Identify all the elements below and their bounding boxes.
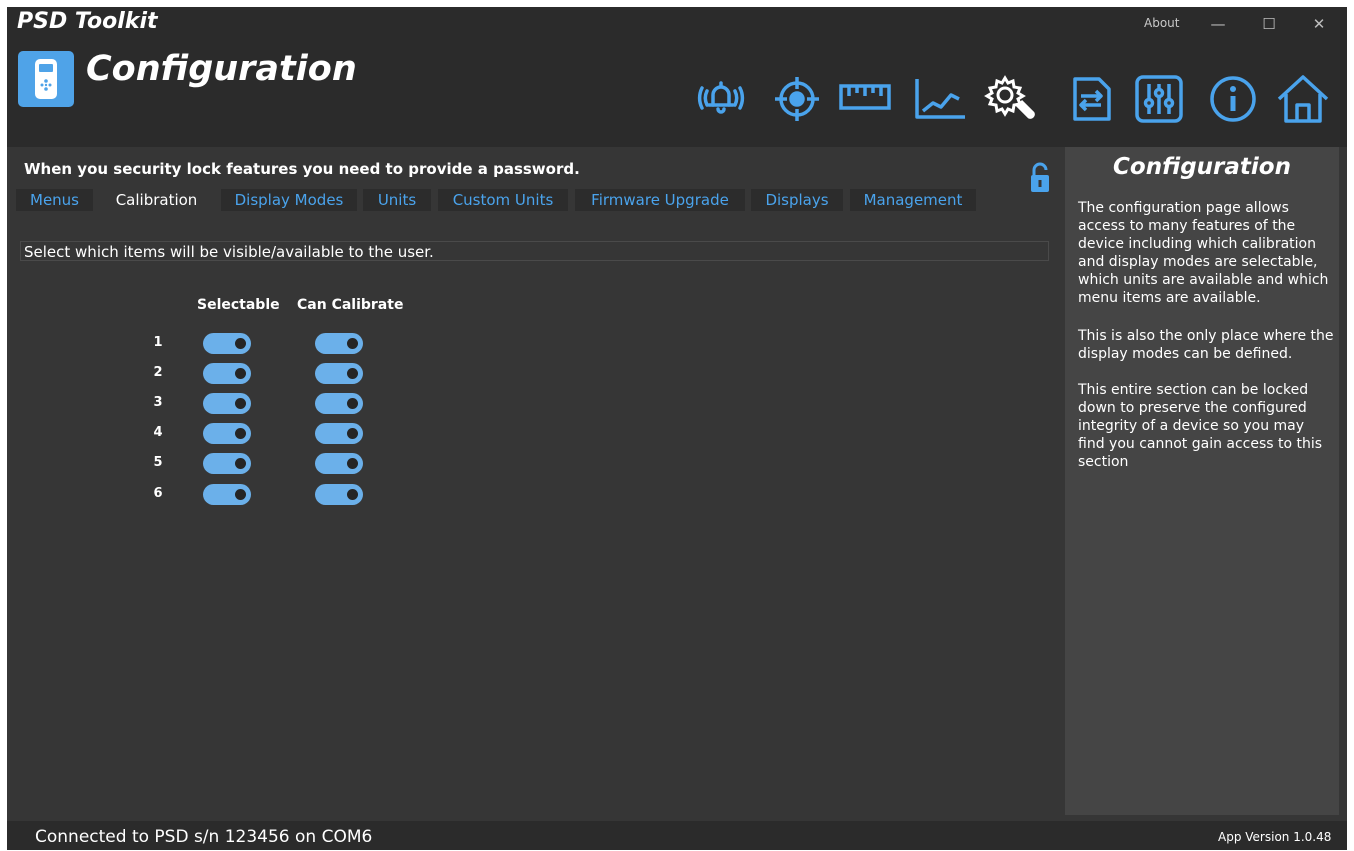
connection-status: Connected to PSD s/n 123456 on COM6 (35, 827, 373, 847)
can-calibrate-toggle-3[interactable] (315, 393, 363, 414)
alarm-icon[interactable] (693, 69, 749, 125)
can-calibrate-toggle-6[interactable] (315, 484, 363, 505)
row-number: 1 (153, 335, 163, 350)
status-bar: Connected to PSD s/n 123456 on COM6 App … (7, 821, 1347, 850)
row-number: 3 (153, 395, 163, 410)
selectable-toggle-2[interactable] (203, 363, 251, 384)
tab-units[interactable]: Units (363, 189, 431, 211)
help-paragraph: The configuration page allows access to … (1078, 200, 1329, 306)
tab-management[interactable]: Management (850, 189, 976, 211)
app-version: App Version 1.0.48 (1218, 830, 1332, 844)
can-calibrate-toggle-4[interactable] (315, 423, 363, 444)
sliders-icon[interactable] (1131, 69, 1187, 125)
main-content: When you security lock features you need… (7, 147, 1065, 821)
app-title: PSD Toolkit (17, 9, 158, 34)
help-paragraph: This is also the only place where the di… (1078, 328, 1334, 362)
close-button[interactable]: ✕ (1305, 11, 1333, 37)
tab-calibration[interactable]: Calibration (100, 189, 213, 211)
can-calibrate-toggle-2[interactable] (315, 363, 363, 384)
can-calibrate-toggle-5[interactable] (315, 453, 363, 474)
about-link[interactable]: About (1144, 16, 1179, 30)
row-number: 4 (153, 425, 163, 440)
help-panel-title: Configuration (1113, 154, 1291, 180)
can-calibrate-header: Can Calibrate (297, 297, 404, 313)
app-window: PSD Toolkit About — ☐ ✕ Configuration Wh… (7, 7, 1347, 850)
can-calibrate-toggle-1[interactable] (315, 333, 363, 354)
tab-displays[interactable]: Displays (751, 189, 843, 211)
tab-custom-units[interactable]: Custom Units (438, 189, 568, 211)
settings-wrench-icon[interactable] (983, 69, 1039, 125)
help-paragraph: This entire section can be locked down t… (1078, 382, 1323, 470)
row-number: 2 (153, 365, 163, 380)
selectable-toggle-4[interactable] (203, 423, 251, 444)
selectable-toggle-1[interactable] (203, 333, 251, 354)
page-title: Configuration (86, 49, 357, 89)
instruction-text: Select which items will be visible/avail… (20, 241, 1049, 261)
lock-notice: When you security lock features you need… (24, 160, 580, 178)
target-icon[interactable] (769, 69, 825, 125)
maximize-button[interactable]: ☐ (1255, 11, 1283, 37)
chart-icon[interactable] (911, 69, 967, 125)
unlock-icon[interactable] (1029, 162, 1051, 194)
selectable-header: Selectable (197, 297, 280, 313)
device-icon (18, 51, 74, 107)
help-panel: Configuration The configuration page all… (1065, 147, 1339, 815)
row-number: 6 (153, 486, 163, 501)
ruler-icon[interactable] (837, 69, 893, 125)
info-icon[interactable] (1205, 69, 1261, 125)
tab-display-modes[interactable]: Display Modes (221, 189, 357, 211)
transfer-icon[interactable] (1063, 69, 1119, 125)
tab-firmware-upgrade[interactable]: Firmware Upgrade (575, 189, 745, 211)
page-header: Configuration (7, 41, 1347, 147)
tab-menus[interactable]: Menus (16, 189, 93, 211)
selectable-toggle-3[interactable] (203, 393, 251, 414)
selectable-toggle-5[interactable] (203, 453, 251, 474)
row-number: 5 (153, 455, 163, 470)
home-icon[interactable] (1275, 69, 1331, 125)
minimize-button[interactable]: — (1204, 11, 1232, 37)
title-bar: PSD Toolkit About — ☐ ✕ (7, 7, 1347, 41)
selectable-toggle-6[interactable] (203, 484, 251, 505)
